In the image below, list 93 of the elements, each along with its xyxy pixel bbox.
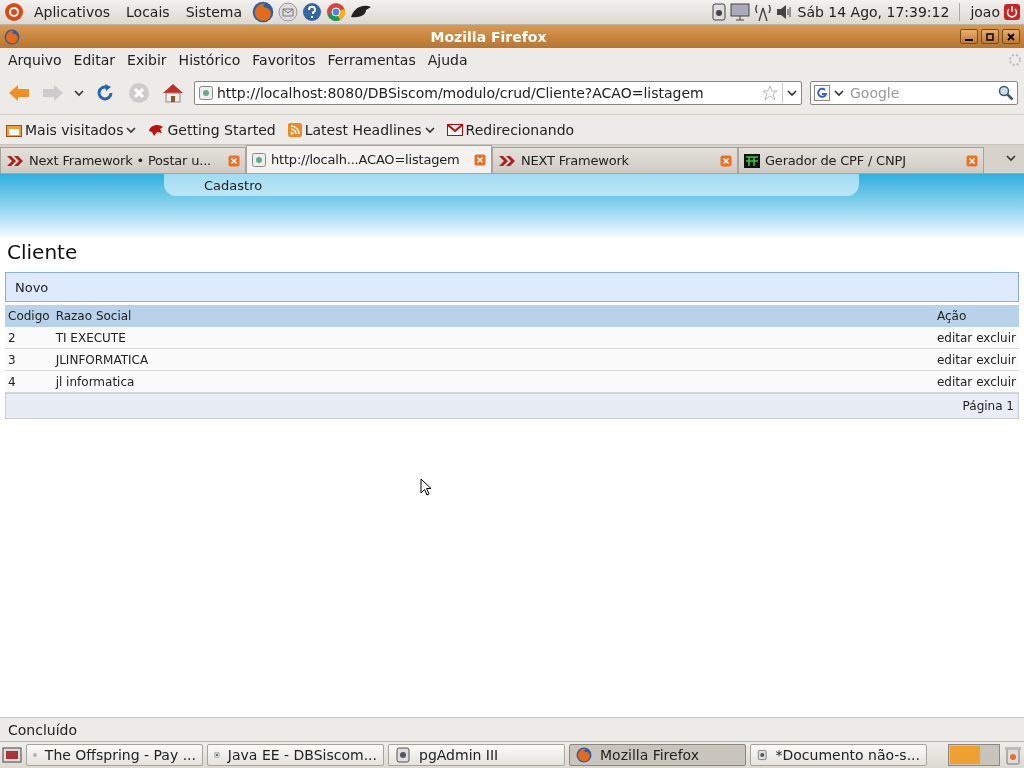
power-icon[interactable] <box>1004 4 1020 20</box>
table-cell: 4 <box>5 370 53 393</box>
bookmark[interactable]: Getting Started <box>167 121 276 138</box>
table-cell: 2 <box>5 327 53 349</box>
caret-icon[interactable] <box>424 125 435 134</box>
panel-menu[interactable]: Aplicativos <box>28 4 117 20</box>
bookmark[interactable]: Redirecionando <box>465 121 575 138</box>
panel-menu[interactable]: Sistema <box>179 4 249 20</box>
close-icon[interactable] <box>966 154 978 167</box>
search-icon[interactable] <box>998 85 1014 101</box>
menu-item[interactable]: Ajuda <box>421 52 474 68</box>
tab-list-caret-icon <box>1006 154 1016 162</box>
volume-icon <box>775 4 794 20</box>
table-cell: jl informatica <box>52 370 934 393</box>
page-icon <box>199 86 213 100</box>
minimize-icon <box>965 38 973 41</box>
creature-icon <box>148 122 165 137</box>
globe-icon <box>576 747 592 763</box>
taskbar-button[interactable]: Java EE - DBSiscom... <box>207 744 384 766</box>
browser-tab[interactable]: http://localh...ACAO=listagem <box>246 145 492 173</box>
clock[interactable]: Sáb 14 Ago, 17:39:12 <box>797 4 950 20</box>
column-header: Codigo <box>5 305 53 327</box>
address-field[interactable]: http://localhost:8080/DBSiscom/modulo/crud/Cliente?ACAO=listagem <box>194 81 802 105</box>
action-link[interactable]: editar <box>936 330 973 345</box>
spinner-icon <box>1008 53 1022 67</box>
minimize-button[interactable] <box>960 29 978 44</box>
close-icon[interactable] <box>474 153 486 166</box>
taskbar-button[interactable]: *Documento não-s... <box>750 744 927 766</box>
menu-item[interactable]: Editar <box>67 52 122 68</box>
nav-link[interactable]: Cadastro <box>204 177 263 193</box>
action-link[interactable]: excluir <box>976 374 1016 389</box>
action-link[interactable]: excluir <box>976 352 1016 367</box>
trash-icon[interactable] <box>1004 745 1022 765</box>
dropdown-caret-icon <box>787 89 797 97</box>
column-header: Ação <box>933 305 1019 327</box>
close-button[interactable] <box>1002 29 1020 44</box>
rss-icon <box>287 122 302 137</box>
page-indicator: Página 1 <box>962 399 1014 413</box>
globe-icon <box>4 28 20 45</box>
window-title: Mozilla Firefox <box>429 28 548 45</box>
menu-item[interactable]: Exibir <box>121 52 173 68</box>
menu-item[interactable]: Favoritos <box>246 52 322 68</box>
taskbar-button[interactable]: pgAdmin III <box>388 744 565 766</box>
browser-tab[interactable]: NEXT Framework <box>492 147 738 173</box>
antenna-icon <box>753 2 772 22</box>
bookmark[interactable]: Latest Headlines <box>304 121 422 138</box>
notepad-icon <box>757 747 768 763</box>
google-icon[interactable] <box>814 85 830 101</box>
cursor-icon <box>420 478 432 496</box>
monitor-icon <box>729 3 750 21</box>
column-header: Razao Social <box>52 305 934 327</box>
desktop-icon[interactable] <box>2 746 22 764</box>
bookmark[interactable]: Mais visitados <box>25 121 124 138</box>
action-link[interactable]: excluir <box>976 330 1016 345</box>
help-icon[interactable] <box>302 2 323 22</box>
menu-item[interactable]: Ferramentas <box>321 52 422 68</box>
grid-icon <box>744 153 760 168</box>
action-link[interactable]: editar <box>936 374 973 389</box>
close-icon <box>1007 32 1015 41</box>
action-link[interactable]: editar <box>936 352 973 367</box>
menu-item[interactable]: Histórico <box>172 52 247 68</box>
chevrons-icon <box>6 154 24 167</box>
folder-icon <box>6 122 22 137</box>
star-icon[interactable] <box>762 85 778 101</box>
user-name[interactable]: joao <box>970 4 1000 20</box>
device-icon <box>711 3 726 21</box>
close-icon[interactable] <box>720 154 732 167</box>
menu-item[interactable]: Arquivo <box>2 52 68 68</box>
page-icon <box>252 152 266 167</box>
maximize-icon <box>986 32 994 41</box>
taskbar-button[interactable]: The Offspring - Pay ... <box>26 744 203 766</box>
page-heading: Cliente <box>6 240 79 266</box>
chevrons-icon <box>498 154 516 167</box>
panel-menu[interactable]: Locais <box>120 4 176 20</box>
table-cell: JLINFORMATICA <box>52 348 934 371</box>
status-text: Concluído <box>8 721 77 738</box>
browser-tab[interactable]: Next Framework • Postar u... <box>0 147 246 173</box>
envelope-icon[interactable] <box>278 2 299 22</box>
history-caret-icon <box>74 89 84 97</box>
browser-tab[interactable]: Gerador de CPF / CNPJ <box>738 147 984 173</box>
globe-icon <box>252 1 275 23</box>
caret-icon <box>834 89 844 97</box>
caret-icon[interactable] <box>126 125 137 134</box>
search-box[interactable]: Google <box>810 81 1018 105</box>
envelope-icon <box>446 123 463 136</box>
chrome-icon[interactable] <box>326 2 347 22</box>
maximize-button[interactable] <box>981 29 999 44</box>
close-icon[interactable] <box>228 154 240 167</box>
logo-icon[interactable] <box>4 2 24 22</box>
taskbar-button[interactable]: Mozilla Firefox <box>569 744 746 766</box>
new-link[interactable]: Novo <box>15 279 49 295</box>
table-cell: TI EXECUTE <box>52 327 934 349</box>
table-cell: 3 <box>5 348 53 371</box>
